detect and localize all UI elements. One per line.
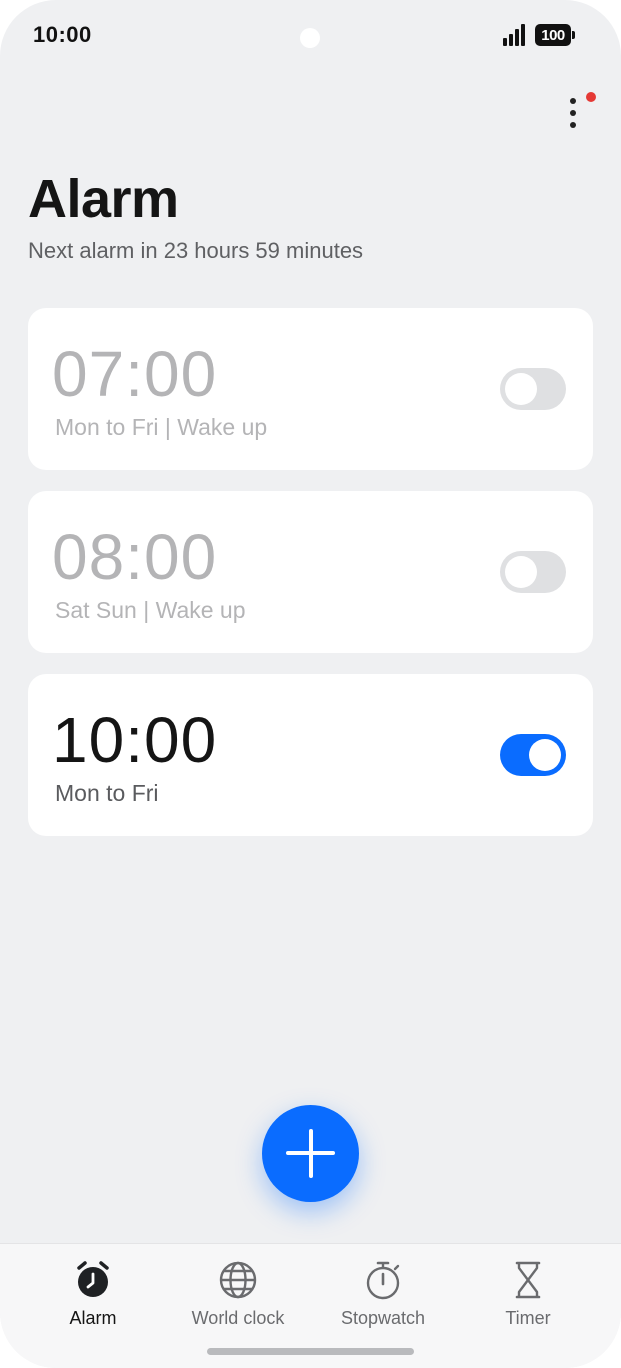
page-title: Alarm: [28, 169, 179, 229]
alarm-clock-icon: [77, 1261, 109, 1297]
notification-dot: [586, 92, 596, 102]
hourglass-icon: [515, 1261, 541, 1299]
alarm-time: 08:00: [52, 521, 218, 593]
alarm-time: 07:00: [52, 338, 218, 410]
front-camera: [300, 28, 320, 48]
status-bar: 10:00 100: [0, 0, 621, 70]
alarm-card[interactable]: 10:00 Mon to Fri: [28, 674, 593, 836]
tab-alarm[interactable]: Alarm: [23, 1256, 163, 1336]
alarm-label: Sat Sun | Wake up: [55, 597, 246, 623]
battery-level: 100: [535, 24, 571, 46]
alarm-card[interactable]: 07:00 Mon to Fri | Wake up: [28, 308, 593, 470]
alarm-label: Mon to Fri: [55, 780, 159, 806]
toggle-knob: [529, 739, 561, 771]
status-time: 10:00: [33, 22, 92, 47]
phone-screen: 10:00 100 Alarm Next alarm in 23 hours 5…: [0, 0, 621, 1368]
tab-label: Timer: [505, 1308, 551, 1328]
toggle-knob: [505, 556, 537, 588]
battery-icon: 100: [535, 24, 575, 46]
tab-world-clock[interactable]: World clock: [168, 1256, 308, 1336]
alarm-toggle[interactable]: [500, 551, 566, 593]
home-indicator[interactable]: [207, 1348, 414, 1355]
signal-icon: [503, 24, 525, 46]
tab-timer[interactable]: Timer: [458, 1256, 598, 1336]
next-alarm-info: Next alarm in 23 hours 59 minutes: [28, 238, 364, 263]
globe-icon: [219, 1261, 257, 1299]
tab-label: Stopwatch: [340, 1308, 426, 1328]
tab-label: World clock: [191, 1308, 285, 1328]
add-alarm-button[interactable]: [262, 1105, 359, 1202]
tab-stopwatch[interactable]: Stopwatch: [313, 1256, 453, 1336]
stopwatch-icon: [366, 1261, 400, 1300]
more-vertical-icon: [570, 98, 576, 104]
tab-label: Alarm: [69, 1308, 117, 1328]
toggle-knob: [505, 373, 537, 405]
alarm-card[interactable]: 08:00 Sat Sun | Wake up: [28, 491, 593, 653]
alarm-time: 10:00: [52, 704, 218, 776]
alarm-toggle[interactable]: [500, 368, 566, 410]
alarm-label: Mon to Fri | Wake up: [55, 414, 268, 440]
alarm-toggle[interactable]: [500, 734, 566, 776]
more-options-button[interactable]: [556, 88, 596, 136]
